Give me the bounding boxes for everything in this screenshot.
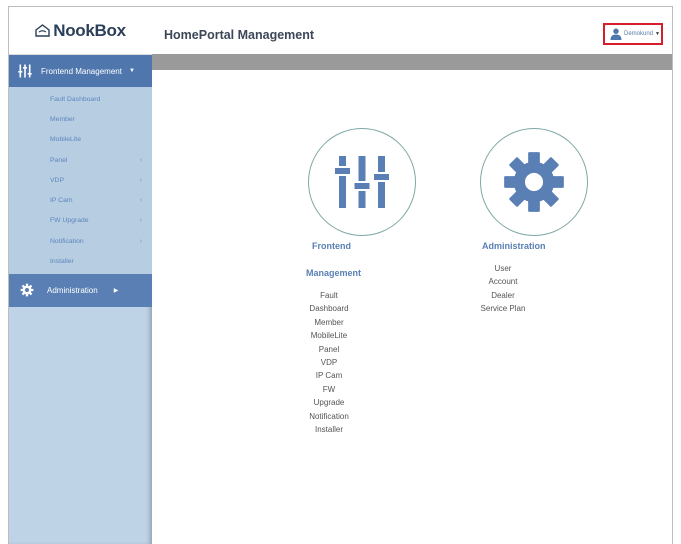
sliders-icon	[335, 156, 389, 208]
house-icon	[35, 24, 50, 37]
sidebar-item-label: Fault Dashboard	[50, 95, 101, 103]
user-menu-button[interactable]: Demokund ▼	[603, 23, 663, 45]
page-title: HomePortal Management	[164, 28, 315, 42]
sidebar: NookBox Frontend Management ▼ Fault Dash…	[9, 7, 152, 544]
sidebar-item-label: Installer	[50, 258, 74, 266]
frontend-link[interactable]: Installer	[315, 423, 343, 436]
caret-right-icon: ▶	[113, 287, 119, 294]
administration-link-list: User Account Dealer Service Plan	[472, 262, 534, 316]
top-bar: HomePortal Management Demokund ▼	[152, 7, 672, 54]
sidebar-item-member[interactable]: Member	[9, 109, 152, 129]
gear-icon	[20, 283, 34, 297]
nav-frontend-label: Frontend Management	[41, 66, 122, 76]
admin-link[interactable]: Service Plan	[481, 302, 526, 315]
sliders-icon	[18, 64, 32, 78]
sidebar-item-ip-cam[interactable]: IP Cam ›	[9, 190, 152, 210]
frontend-subtitle: Management	[306, 268, 362, 278]
administration-title: Administration	[482, 241, 546, 251]
chevron-right-icon: ›	[139, 197, 142, 205]
frontend-link[interactable]: VDP	[321, 356, 337, 369]
sidebar-item-label: Member	[50, 115, 75, 123]
frontend-link[interactable]: Fault	[320, 289, 338, 302]
frontend-title: Frontend	[312, 241, 351, 251]
frontend-submenu: Fault Dashboard Member MobileLite Panel ›…	[9, 87, 152, 274]
frontend-link[interactable]: Dashboard	[309, 302, 348, 315]
frontend-link[interactable]: FW	[323, 383, 335, 396]
gear-icon	[504, 152, 564, 212]
frontend-link[interactable]: Panel	[319, 343, 339, 356]
sidebar-item-notification[interactable]: Notification ›	[9, 231, 152, 251]
sidebar-item-label: VDP	[50, 176, 64, 184]
admin-link[interactable]: Dealer	[491, 289, 515, 302]
nav-administration-label: Administration	[47, 285, 98, 295]
chevron-right-icon: ›	[139, 176, 142, 184]
frontend-link[interactable]: MobileLite	[311, 329, 347, 342]
frontend-management-tile[interactable]	[308, 128, 416, 236]
sidebar-item-label: FW Upgrade	[50, 217, 89, 225]
brand-logo[interactable]: NookBox	[9, 7, 152, 55]
caret-down-icon: ▼	[655, 31, 660, 37]
frontend-link[interactable]: Member	[314, 316, 343, 329]
frontend-link[interactable]: Notification	[309, 410, 349, 423]
user-icon	[610, 28, 622, 40]
frontend-link-list: Fault Dashboard Member MobileLite Panel …	[300, 289, 358, 436]
sidebar-item-label: IP Cam	[50, 197, 73, 205]
chevron-right-icon: ›	[139, 217, 142, 225]
nav-administration[interactable]: Administration ▶	[9, 273, 152, 307]
admin-link[interactable]: Account	[489, 275, 518, 288]
brand-name: NookBox	[53, 20, 126, 40]
sidebar-item-installer[interactable]: Installer	[9, 251, 152, 271]
caret-down-icon: ▼	[128, 68, 135, 74]
chevron-right-icon: ›	[139, 156, 142, 164]
chevron-right-icon: ›	[139, 237, 142, 245]
frontend-link[interactable]: IP Cam	[316, 369, 343, 382]
sidebar-item-mobilelite[interactable]: MobileLite	[9, 130, 152, 150]
sidebar-item-label: Notification	[50, 237, 84, 245]
sidebar-item-fault-dashboard[interactable]: Fault Dashboard	[9, 89, 152, 109]
administration-tile[interactable]	[480, 128, 588, 236]
user-name: Demokund	[624, 31, 654, 37]
sidebar-item-fw-upgrade[interactable]: FW Upgrade ›	[9, 211, 152, 231]
gray-banner	[152, 54, 672, 70]
nav-frontend-management[interactable]: Frontend Management ▼	[9, 55, 152, 87]
sidebar-item-label: MobileLite	[50, 136, 81, 144]
sidebar-item-panel[interactable]: Panel ›	[9, 150, 152, 170]
sidebar-item-label: Panel	[50, 156, 68, 164]
frontend-link[interactable]: Upgrade	[314, 396, 345, 409]
app-window: NookBox Frontend Management ▼ Fault Dash…	[8, 6, 673, 544]
main-content: HomePortal Management Demokund ▼ Fronten…	[152, 7, 672, 544]
admin-link[interactable]: User	[495, 262, 512, 275]
sidebar-item-vdp[interactable]: VDP ›	[9, 170, 152, 190]
